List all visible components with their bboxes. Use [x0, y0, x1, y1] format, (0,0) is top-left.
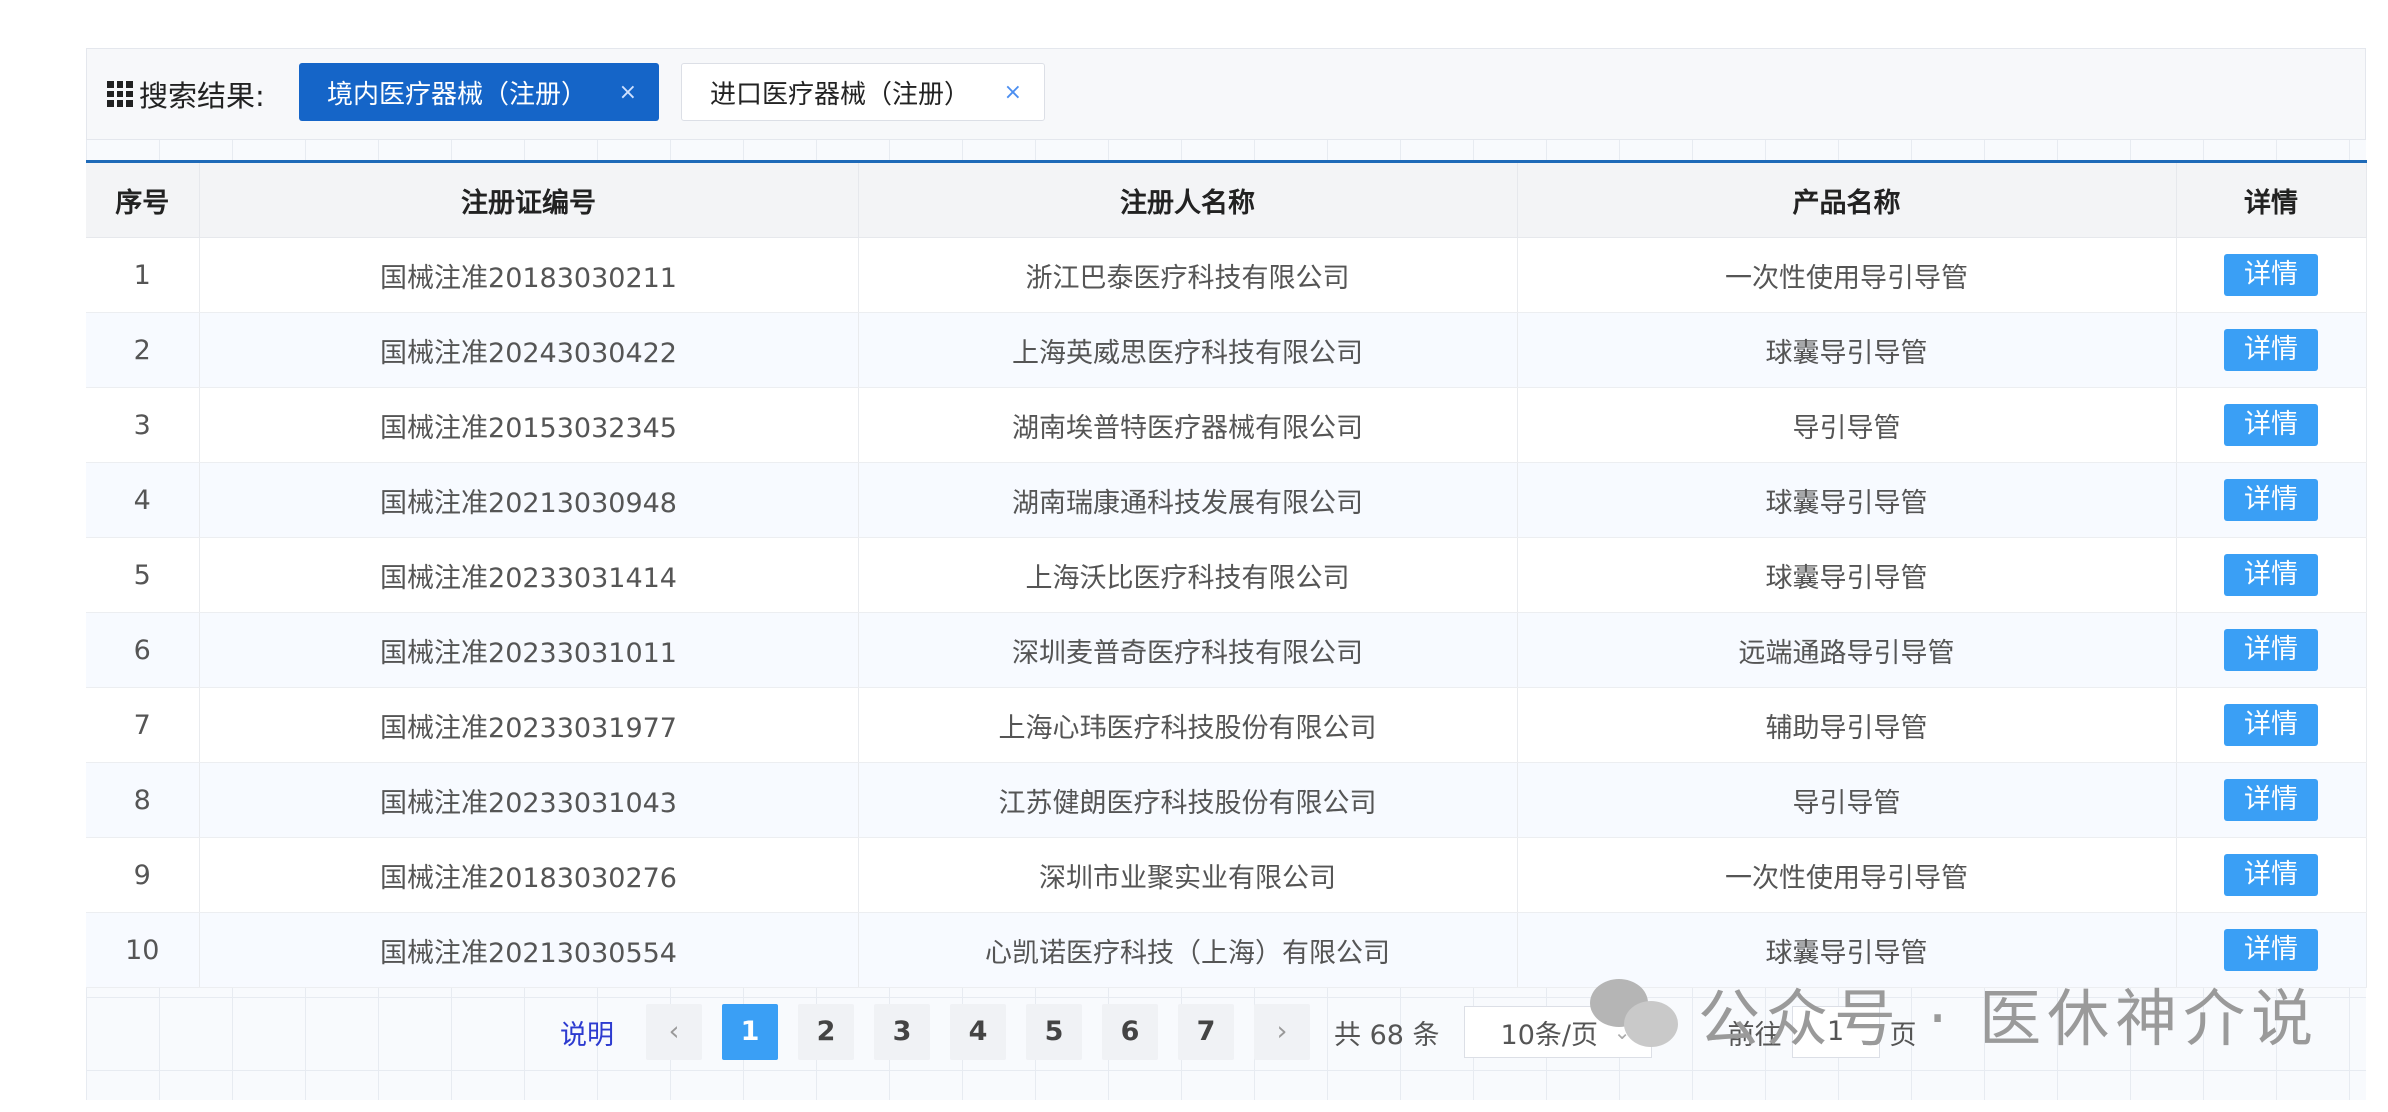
cell-details: 详情 [2176, 312, 2367, 388]
tag-label: 境内医疗器械（注册） [327, 79, 588, 110]
cell-registrant-name: 浙江巴泰医疗科技有限公司 [858, 237, 1518, 313]
table-row: 3 国械注准20153032345 湖南埃普特医疗器械有限公司 导引导管 详情 [86, 387, 2367, 463]
page-button-2[interactable]: 2 [798, 1004, 854, 1060]
page-button-6[interactable]: 6 [1102, 1004, 1158, 1060]
cell-product-name: 一次性使用导引导管 [1517, 837, 2177, 913]
cell-details: 详情 [2176, 237, 2367, 313]
cell-product-name: 球囊导引导管 [1517, 462, 2177, 538]
cell-details: 详情 [2176, 462, 2367, 538]
cell-registration-number: 国械注准20153032345 [199, 387, 859, 463]
watermark-text: 公众号 · 医休神介说 [1698, 982, 2320, 1055]
page-button-1[interactable]: 1 [722, 1004, 778, 1060]
cell-index: 5 [86, 537, 200, 613]
cell-registrant-name: 深圳麦普奇医疗科技有限公司 [858, 612, 1518, 688]
details-button[interactable]: 详情 [2224, 479, 2318, 521]
header-registration-number: 注册证编号 [199, 161, 859, 238]
search-label-text: 搜索结果: [139, 79, 265, 113]
table-row: 6 国械注准20233031011 深圳麦普奇医疗科技有限公司 远端通路导引导管 详情 [86, 612, 2367, 688]
cell-registration-number: 国械注准20213030554 [199, 912, 859, 988]
cell-registration-number: 国械注准20183030211 [199, 237, 859, 313]
cell-registrant-name: 江苏健朗医疗科技股份有限公司 [858, 762, 1518, 838]
cell-product-name: 远端通路导引导管 [1517, 612, 2177, 688]
cell-details: 详情 [2176, 387, 2367, 463]
cell-registrant-name: 湖南埃普特医疗器械有限公司 [858, 387, 1518, 463]
header-index: 序号 [86, 161, 200, 238]
cell-details: 详情 [2176, 612, 2367, 688]
cell-product-name: 导引导管 [1517, 387, 2177, 463]
tag-label: 进口医疗器械（注册） [710, 79, 971, 110]
details-button[interactable]: 详情 [2224, 629, 2318, 671]
wechat-icon [1590, 973, 1682, 1053]
cell-registration-number: 国械注准20233031043 [199, 762, 859, 838]
cell-index: 6 [86, 612, 200, 688]
prev-page-button[interactable]: ‹ [646, 1004, 702, 1060]
details-button[interactable]: 详情 [2224, 254, 2318, 296]
cell-index: 9 [86, 837, 200, 913]
cell-registrant-name: 上海心玮医疗科技股份有限公司 [858, 687, 1518, 763]
details-button[interactable]: 详情 [2224, 929, 2318, 971]
cell-index: 1 [86, 237, 200, 313]
cell-index: 2 [86, 312, 200, 388]
cell-index: 7 [86, 687, 200, 763]
table-row: 8 国械注准20233031043 江苏健朗医疗科技股份有限公司 导引导管 详情 [86, 762, 2367, 838]
page-button-7[interactable]: 7 [1178, 1004, 1234, 1060]
cell-registrant-name: 湖南瑞康通科技发展有限公司 [858, 462, 1518, 538]
details-button[interactable]: 详情 [2224, 554, 2318, 596]
cell-details: 详情 [2176, 837, 2367, 913]
table-row: 5 国械注准20233031414 上海沃比医疗科技有限公司 球囊导引导管 详情 [86, 537, 2367, 613]
details-button[interactable]: 详情 [2224, 779, 2318, 821]
table-row: 1 国械注准20183030211 浙江巴泰医疗科技有限公司 一次性使用导引导管 详情 [86, 237, 2367, 313]
cell-product-name: 球囊导引导管 [1517, 537, 2177, 613]
page-button-5[interactable]: 5 [1026, 1004, 1082, 1060]
cell-details: 详情 [2176, 687, 2367, 763]
header-details: 详情 [2176, 161, 2367, 238]
help-link[interactable]: 说明 [560, 1013, 614, 1052]
cell-index: 10 [86, 912, 200, 988]
table-row: 7 国械注准20233031977 上海心玮医疗科技股份有限公司 辅助导引导管 详情 [86, 687, 2367, 763]
header-registrant-name: 注册人名称 [858, 161, 1518, 238]
cell-details: 详情 [2176, 762, 2367, 838]
table-row: 4 国械注准20213030948 湖南瑞康通科技发展有限公司 球囊导引导管 详情 [86, 462, 2367, 538]
details-button[interactable]: 详情 [2224, 404, 2318, 446]
tag-imported-devices[interactable]: 进口医疗器械（注册） × [681, 63, 1045, 121]
details-button[interactable]: 详情 [2224, 854, 2318, 896]
cell-index: 8 [86, 762, 200, 838]
search-results-label: 搜索结果: [107, 69, 265, 119]
next-page-button[interactable]: › [1254, 1004, 1310, 1060]
cell-index: 4 [86, 462, 200, 538]
cell-product-name: 一次性使用导引导管 [1517, 237, 2177, 313]
page-size-value: 10条/页 [1500, 1019, 1598, 1051]
cell-registration-number: 国械注准20243030422 [199, 312, 859, 388]
cell-registration-number: 国械注准20213030948 [199, 462, 859, 538]
cell-registration-number: 国械注准20183030276 [199, 837, 859, 913]
search-results-bar: 搜索结果: 境内医疗器械（注册） × 进口医疗器械（注册） × [86, 48, 2366, 140]
cell-registration-number: 国械注准20233031414 [199, 537, 859, 613]
tag-domestic-devices[interactable]: 境内医疗器械（注册） × [299, 63, 659, 121]
cell-registration-number: 国械注准20233031011 [199, 612, 859, 688]
table-row: 2 国械注准20243030422 上海英威思医疗科技有限公司 球囊导引导管 详情 [86, 312, 2367, 388]
cell-registrant-name: 上海沃比医疗科技有限公司 [858, 537, 1518, 613]
cell-index: 3 [86, 387, 200, 463]
results-table: 序号 注册证编号 注册人名称 产品名称 详情 1 国械注准20183030211 浙… [86, 160, 2367, 988]
cell-product-name: 辅助导引导管 [1517, 687, 2177, 763]
cell-details: 详情 [2176, 537, 2367, 613]
details-button[interactable]: 详情 [2224, 704, 2318, 746]
page-button-3[interactable]: 3 [874, 1004, 930, 1060]
cell-registrant-name: 心凯诺医疗科技（上海）有限公司 [858, 912, 1518, 988]
close-icon[interactable]: × [1004, 80, 1022, 105]
grid-icon [107, 81, 133, 107]
cell-registrant-name: 深圳市业聚实业有限公司 [858, 837, 1518, 913]
cell-product-name: 导引导管 [1517, 762, 2177, 838]
table-row: 9 国械注准20183030276 深圳市业聚实业有限公司 一次性使用导引导管 详情 [86, 837, 2367, 913]
cell-registration-number: 国械注准20233031977 [199, 687, 859, 763]
header-product-name: 产品名称 [1517, 161, 2177, 238]
cell-registrant-name: 上海英威思医疗科技有限公司 [858, 312, 1518, 388]
table-header-row: 序号 注册证编号 注册人名称 产品名称 详情 [86, 161, 2367, 238]
page-button-4[interactable]: 4 [950, 1004, 1006, 1060]
close-icon[interactable]: × [619, 80, 637, 105]
details-button[interactable]: 详情 [2224, 329, 2318, 371]
watermark: 公众号 · 医休神介说 [1590, 968, 2319, 1058]
total-count: 共 68 条 [1334, 1019, 1440, 1051]
cell-product-name: 球囊导引导管 [1517, 312, 2177, 388]
